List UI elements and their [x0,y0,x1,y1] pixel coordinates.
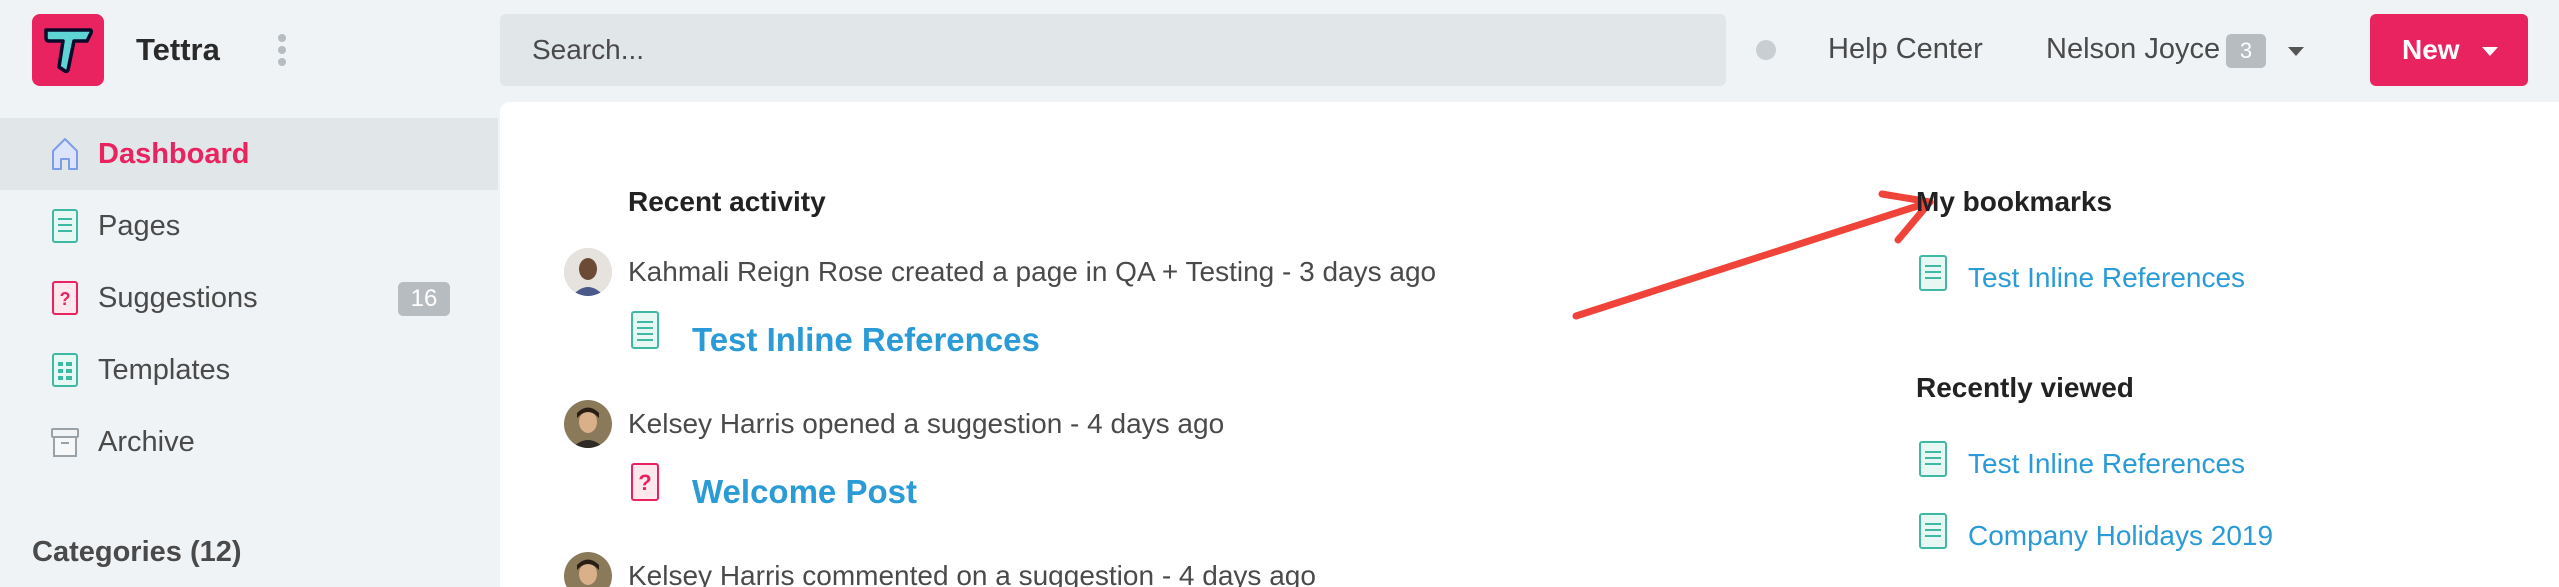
question-icon: ? [631,463,659,501]
question-icon: ? [52,281,78,315]
home-icon [52,138,78,170]
sidebar-item-templates[interactable]: Templates [0,334,498,406]
help-center-link[interactable]: Help Center [1828,33,1983,66]
page-icon [631,311,659,349]
recent-link[interactable]: Test Inline References [1968,448,2245,480]
avatar[interactable] [564,400,612,448]
bookmark-link[interactable]: Test Inline References [1968,262,2245,294]
app-name: Tettra [136,32,220,67]
recent-link[interactable]: Company Holidays 2019 [1968,520,2273,552]
new-caret-icon [2482,47,2498,56]
avatar-photo-icon [564,248,612,296]
sidebar-item-pages[interactable]: Pages [0,190,498,262]
search-input[interactable] [500,14,1726,86]
my-bookmarks-title: My bookmarks [1916,186,2113,217]
annotation-arrow-icon [1572,190,1934,320]
page-icon [1919,255,1947,291]
activity-text: Kelsey Harris opened a suggestion - 4 da… [628,408,1225,439]
user-menu-caret-icon[interactable] [2288,47,2304,56]
sidebar-item-label: Pages [98,210,181,242]
avatar-photo-icon [564,552,612,587]
activity-text: Kelsey Harris commented on a suggestion … [628,560,1316,587]
activity-text: Kahmali Reign Rose created a page in QA … [628,256,1437,287]
new-button[interactable]: New [2370,14,2528,86]
sidebar-item-dashboard[interactable]: Dashboard [0,118,498,190]
user-menu[interactable]: Nelson Joyce [2046,33,2220,66]
sidebar-item-suggestions[interactable]: ? Suggestions 16 [0,262,498,334]
avatar[interactable] [564,248,612,296]
more-options-icon[interactable] [274,34,290,68]
sidebar-item-label: Dashboard [98,138,250,170]
suggestions-count-badge: 16 [398,282,450,316]
status-dot-icon [1756,40,1776,60]
sidebar-item-archive[interactable]: Archive [0,406,498,478]
svg-text:?: ? [60,289,71,309]
page-icon [52,209,78,243]
recent-activity-title: Recent activity [628,186,826,217]
archive-icon [51,428,79,457]
sidebar-item-label: Suggestions [98,282,258,314]
svg-text:?: ? [638,470,651,495]
avatar-photo-icon [564,400,612,448]
sidebar-item-label: Archive [98,426,195,458]
page-icon [1919,513,1947,549]
sidebar-item-label: Templates [98,354,231,386]
activity-page-link[interactable]: Welcome Post [692,473,917,511]
user-notification-badge: 3 [2226,34,2266,68]
page-icon [1919,441,1947,477]
template-icon [52,353,78,387]
tettra-logo[interactable] [32,14,104,86]
tettra-logo-icon [44,28,94,74]
recently-viewed-title: Recently viewed [1916,372,2134,403]
categories-heading[interactable]: Categories (12) [32,536,242,569]
main-panel: Recent activity Kahmali Reign Rose creat… [500,102,2559,587]
avatar[interactable] [564,552,612,587]
activity-page-link[interactable]: Test Inline References [692,321,1040,359]
